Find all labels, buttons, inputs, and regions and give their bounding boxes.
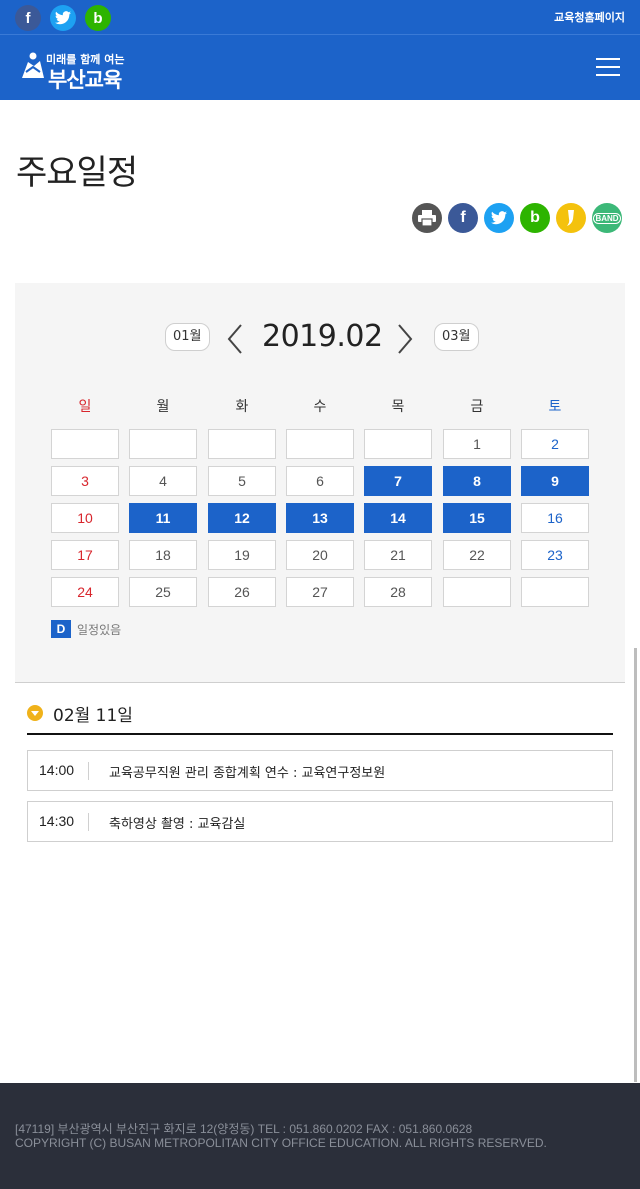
calendar-empty-cell: [364, 429, 432, 459]
logo-title: 부산교육: [48, 68, 122, 92]
weekday-label: 화: [235, 399, 249, 415]
prev-arrow-icon[interactable]: [225, 323, 245, 355]
calendar-day[interactable]: 10: [51, 503, 119, 533]
calendar-empty-cell: [208, 429, 276, 459]
calendar-empty-cell: [129, 429, 197, 459]
next-arrow-icon[interactable]: [395, 323, 415, 355]
calendar-day[interactable]: 19: [208, 540, 276, 570]
calendar-day[interactable]: 3: [51, 466, 119, 496]
month-navigation: 01월 2019.02 03월: [15, 319, 625, 355]
calendar-day[interactable]: 7: [364, 466, 432, 496]
calendar-day[interactable]: 4: [129, 466, 197, 496]
band-label: BAND: [593, 212, 621, 224]
calendar-day[interactable]: 14: [364, 503, 432, 533]
event-time: 14:30: [39, 813, 75, 829]
calendar-empty-cell: [51, 429, 119, 459]
legend-text: 일정있음: [77, 622, 122, 637]
calendar-day[interactable]: 16: [521, 503, 589, 533]
weekday-label: 토: [548, 399, 562, 415]
calendar-day[interactable]: 15: [443, 503, 511, 533]
calendar-day[interactable]: 11: [129, 503, 197, 533]
calendar-day[interactable]: 5: [208, 466, 276, 496]
calendar-day[interactable]: 23: [521, 540, 589, 570]
next-month-button[interactable]: 03월: [434, 323, 479, 351]
calendar-day[interactable]: 28: [364, 577, 432, 607]
calendar-day[interactable]: 22: [443, 540, 511, 570]
event-row[interactable]: 14:30 축하영상 촬영 : 교육감실: [27, 801, 613, 842]
calendar-day[interactable]: 6: [286, 466, 354, 496]
calendar-day[interactable]: 20: [286, 540, 354, 570]
selected-day-label: 02월 11일: [53, 706, 133, 726]
calendar-day[interactable]: 8: [443, 466, 511, 496]
page-title: 주요일정: [16, 153, 138, 193]
footer-address: [47119] 부산광역시 부산진구 화지로 12(양정동) TEL : 051…: [15, 1122, 473, 1136]
weekday-label: 월: [156, 399, 170, 415]
logo-emblem-icon: [22, 52, 44, 78]
calendar-day[interactable]: 24: [51, 577, 119, 607]
share-band-icon[interactable]: BAND: [592, 203, 622, 233]
calendar-day[interactable]: 1: [443, 429, 511, 459]
current-month: 2019.02: [262, 319, 383, 354]
facebook-icon[interactable]: f: [15, 5, 41, 31]
footer: [47119] 부산광역시 부산진구 화지로 12(양정동) TEL : 051…: [0, 1083, 640, 1189]
print-icon[interactable]: [412, 203, 442, 233]
hamburger-menu-icon[interactable]: [596, 58, 620, 78]
calendar-day[interactable]: 21: [364, 540, 432, 570]
blog-icon[interactable]: b: [85, 5, 111, 31]
selected-day-header: 02월 11일: [27, 700, 613, 735]
share-facebook-icon[interactable]: f: [448, 203, 478, 233]
weekday-label: 일: [78, 399, 92, 415]
event-time: 14:00: [39, 762, 75, 778]
calendar-empty-cell: [443, 577, 511, 607]
event-description: 교육공무직원 관리 종합계획 연수 : 교육연구정보원: [109, 766, 386, 781]
calendar-legend: D 일정있음: [51, 620, 121, 638]
scrollbar[interactable]: [634, 648, 637, 1082]
calendar-day[interactable]: 9: [521, 466, 589, 496]
calendar-day[interactable]: 13: [286, 503, 354, 533]
twitter-icon[interactable]: [50, 5, 76, 31]
event-row[interactable]: 14:00 교육공무직원 관리 종합계획 연수 : 교육연구정보원: [27, 750, 613, 791]
calendar-day[interactable]: 17: [51, 540, 119, 570]
top-bar: f b 교육청홈페이지: [0, 0, 640, 35]
footer-copyright: COPYRIGHT (C) BUSAN METROPOLITAN CITY OF…: [15, 1136, 547, 1150]
calendar-day[interactable]: 27: [286, 577, 354, 607]
share-blog-icon[interactable]: b: [520, 203, 550, 233]
header: 미래를 함께 여는 부산교육: [0, 35, 640, 100]
divider: [88, 762, 89, 780]
chevron-down-icon: [27, 705, 43, 721]
weekday-label: 목: [391, 399, 405, 415]
calendar-day[interactable]: 18: [129, 540, 197, 570]
event-description: 축하영상 촬영 : 교육감실: [109, 817, 246, 832]
share-twitter-icon[interactable]: [484, 203, 514, 233]
calendar-empty-cell: [286, 429, 354, 459]
weekday-label: 수: [313, 399, 327, 415]
office-homepage-link[interactable]: 교육청홈페이지: [554, 9, 625, 25]
calendar-empty-cell: [521, 577, 589, 607]
prev-month-button[interactable]: 01월: [165, 323, 210, 351]
share-kakaostory-icon[interactable]: [556, 203, 586, 233]
divider: [88, 813, 89, 831]
calendar-day[interactable]: 25: [129, 577, 197, 607]
busan-education-logo[interactable]: 미래를 함께 여는 부산교육: [20, 50, 140, 92]
calendar-day[interactable]: 2: [521, 429, 589, 459]
calendar: 01월 2019.02 03월 일월화수목금토 1 2 3 4 5 6 7 8 9 10 11 12 1…: [15, 283, 625, 683]
calendar-day[interactable]: 12: [208, 503, 276, 533]
weekday-label: 금: [470, 399, 484, 415]
calendar-day[interactable]: 26: [208, 577, 276, 607]
legend-key: D: [51, 620, 71, 638]
